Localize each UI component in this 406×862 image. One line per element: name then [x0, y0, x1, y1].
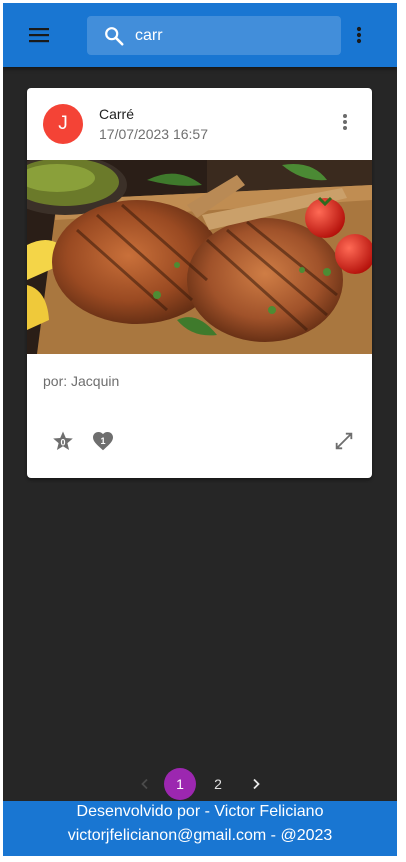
- star-icon: 0: [53, 431, 73, 450]
- chevron-right-icon: [253, 778, 260, 790]
- search-input[interactable]: [135, 16, 331, 55]
- next-page-button[interactable]: [240, 768, 272, 800]
- pagination: 1 2: [3, 768, 397, 802]
- footer-credits: Desenvolvido por - Victor Feliciano: [76, 803, 324, 820]
- previous-page-button[interactable]: [129, 768, 161, 800]
- favorite-button[interactable]: 0: [43, 421, 83, 461]
- avatar: J: [43, 104, 83, 144]
- more-vert-icon: [343, 114, 347, 130]
- recipe-card: J Carré 17/07/2023 16:57 por: Jacquin 0 …: [27, 88, 372, 478]
- menu-icon: [29, 28, 49, 43]
- app-bar: [3, 3, 397, 67]
- like-button[interactable]: 1: [83, 421, 123, 461]
- more-options-button[interactable]: [349, 23, 369, 47]
- card-date: 17/07/2023 16:57: [99, 126, 208, 142]
- search-icon: [105, 27, 124, 46]
- page-button-1[interactable]: 1: [164, 768, 196, 800]
- app-frame: J Carré 17/07/2023 16:57: [3, 3, 397, 856]
- recipe-image[interactable]: [27, 160, 372, 354]
- more-vert-icon: [356, 26, 362, 44]
- heart-icon: 1: [93, 432, 113, 451]
- search-box[interactable]: [87, 16, 341, 55]
- footer-contact: victorjfelicianon@gmail.com - @2023: [67, 827, 333, 844]
- card-menu-button[interactable]: [335, 110, 355, 134]
- menu-button[interactable]: [23, 23, 55, 47]
- favorite-count: 0: [60, 438, 65, 448]
- card-title: Carré: [99, 106, 135, 122]
- card-author: por: Jacquin: [43, 373, 120, 389]
- expand-button[interactable]: [324, 421, 364, 461]
- chevron-left-icon: [141, 778, 148, 790]
- page-button-2[interactable]: 2: [202, 768, 234, 800]
- expand-icon: [335, 432, 353, 450]
- like-count: 1: [100, 436, 105, 446]
- footer: Desenvolvido por - Victor Feliciano vict…: [3, 801, 397, 856]
